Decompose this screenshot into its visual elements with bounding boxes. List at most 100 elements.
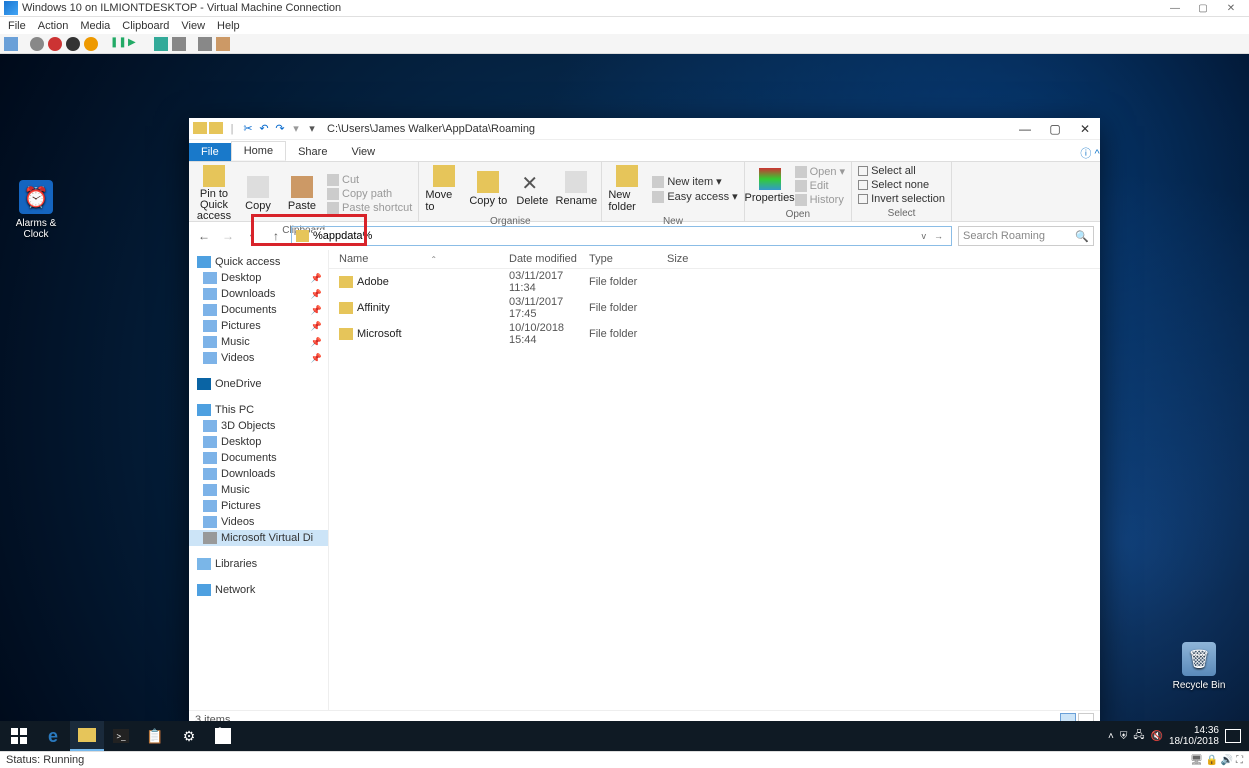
address-go-icon[interactable]: → bbox=[930, 231, 947, 241]
explorer-taskbar-button[interactable] bbox=[70, 721, 104, 751]
ribbon-collapse-icon[interactable]: ⓘ ^ bbox=[1080, 145, 1100, 161]
sidebar-item-desktop[interactable]: Desktop📌 bbox=[189, 270, 328, 286]
tray-up-icon[interactable]: ˄ bbox=[1108, 731, 1114, 742]
easy-access-button[interactable]: Easy access ▾ bbox=[652, 190, 737, 203]
sidebar-item-desktop-pc[interactable]: Desktop bbox=[189, 434, 328, 450]
host-maximize[interactable]: ▢ bbox=[1189, 3, 1217, 14]
reset-icon[interactable]: ▶ bbox=[128, 37, 142, 51]
sidebar-item-downloads-pc[interactable]: Downloads bbox=[189, 466, 328, 482]
tray-volume-icon[interactable]: 🔇 bbox=[1150, 731, 1162, 742]
menu-clipboard[interactable]: Clipboard bbox=[122, 20, 169, 32]
edit-button[interactable]: Edit bbox=[795, 180, 845, 192]
address-dropdown-icon[interactable]: v bbox=[918, 231, 931, 241]
settings-button[interactable]: ⚙ bbox=[172, 721, 206, 751]
taskbar-clock[interactable]: 14:36 18/10/2018 bbox=[1169, 725, 1219, 747]
menu-file[interactable]: File bbox=[8, 20, 26, 32]
history-button[interactable]: History bbox=[795, 194, 845, 206]
col-type[interactable]: Type bbox=[579, 253, 657, 265]
sidebar-quick-access[interactable]: Quick access bbox=[189, 254, 328, 270]
sidebar-item-vhd[interactable]: Microsoft Virtual Di bbox=[189, 530, 328, 546]
col-name[interactable]: Name⌃ bbox=[329, 253, 499, 265]
tray-security-icon[interactable]: ⛨ bbox=[1120, 731, 1128, 742]
tab-file[interactable]: File bbox=[189, 143, 231, 161]
enhanced-icon[interactable] bbox=[198, 37, 212, 51]
start-button[interactable] bbox=[2, 721, 36, 751]
sidebar-item-documents[interactable]: Documents📌 bbox=[189, 302, 328, 318]
open-button[interactable]: Open ▾ bbox=[795, 165, 845, 178]
save-icon[interactable] bbox=[84, 37, 98, 51]
rename-button[interactable]: Rename bbox=[557, 171, 595, 207]
sidebar-this-pc[interactable]: This PC bbox=[189, 402, 328, 418]
new-folder-button[interactable]: New folder bbox=[608, 165, 646, 213]
qat-redo-icon[interactable]: ↷ bbox=[273, 122, 287, 136]
nav-back-button[interactable]: ← bbox=[195, 229, 213, 243]
move-to-button[interactable]: Move to bbox=[425, 165, 463, 213]
menu-view[interactable]: View bbox=[181, 20, 205, 32]
sidebar-item-3dobjects[interactable]: 3D Objects bbox=[189, 418, 328, 434]
delete-button[interactable]: ✕Delete bbox=[513, 171, 551, 207]
column-headers[interactable]: Name⌃ Date modified Type Size bbox=[329, 250, 1100, 269]
table-row[interactable]: Affinity03/11/2017 17:45File folder bbox=[329, 295, 1100, 321]
ctrl-alt-del-icon[interactable] bbox=[4, 37, 18, 51]
tray-network-icon[interactable]: 🖧 bbox=[1133, 728, 1144, 745]
nav-forward-button[interactable]: → bbox=[219, 229, 237, 243]
address-bar[interactable]: v → bbox=[291, 226, 952, 246]
qat-customize[interactable]: ▾ bbox=[305, 122, 319, 136]
recycle-bin[interactable]: 🗑 Recycle Bin bbox=[1169, 642, 1229, 691]
search-box[interactable]: Search Roaming 🔍 bbox=[958, 226, 1094, 246]
sidebar-item-videos-pc[interactable]: Videos bbox=[189, 514, 328, 530]
file-list[interactable]: Name⌃ Date modified Type Size Adobe03/11… bbox=[329, 250, 1100, 710]
sidebar-item-pictures-pc[interactable]: Pictures bbox=[189, 498, 328, 514]
sidebar-item-videos[interactable]: Videos📌 bbox=[189, 350, 328, 366]
qat-undo-icon[interactable]: ↶ bbox=[257, 122, 271, 136]
edge-button[interactable]: e bbox=[36, 721, 70, 751]
checkpoint-icon[interactable] bbox=[154, 37, 168, 51]
host-minimize[interactable]: — bbox=[1161, 3, 1189, 14]
tab-share[interactable]: Share bbox=[286, 143, 339, 161]
invert-selection-button[interactable]: Invert selection bbox=[858, 193, 945, 205]
qat-cut-icon[interactable]: ✂ bbox=[241, 122, 255, 136]
menu-action[interactable]: Action bbox=[38, 20, 69, 32]
menu-help[interactable]: Help bbox=[217, 20, 240, 32]
guest-desktop[interactable]: ⏰ Alarms & Clock 🗑 Recycle Bin | ✂ ↶ ↷ ▾… bbox=[0, 54, 1249, 751]
copy-to-button[interactable]: Copy to bbox=[469, 171, 507, 207]
table-row[interactable]: Microsoft10/10/2018 15:44File folder bbox=[329, 321, 1100, 347]
copy-path-button[interactable]: Copy path bbox=[327, 188, 412, 200]
menu-media[interactable]: Media bbox=[80, 20, 110, 32]
tab-home[interactable]: Home bbox=[231, 141, 286, 161]
sidebar-network[interactable]: Network bbox=[189, 582, 328, 598]
properties-button[interactable]: Properties bbox=[751, 168, 789, 204]
taskbar[interactable]: e >_ 📋 ⚙ 🛍 ˄ ⛨ 🖧 🔇 14:36 18/10/2018 bbox=[0, 721, 1249, 751]
revert-icon[interactable] bbox=[172, 37, 186, 51]
address-input[interactable] bbox=[313, 230, 918, 242]
paste-shortcut-button[interactable]: Paste shortcut bbox=[327, 202, 412, 214]
store-button[interactable]: 🛍 bbox=[206, 721, 240, 751]
sidebar-item-documents-pc[interactable]: Documents bbox=[189, 450, 328, 466]
paste-button[interactable]: Paste bbox=[283, 176, 321, 212]
select-none-button[interactable]: Select none bbox=[858, 179, 945, 191]
nav-up-button[interactable]: ↑ bbox=[267, 229, 285, 243]
system-tray[interactable]: ˄ ⛨ 🖧 🔇 14:36 18/10/2018 bbox=[1108, 725, 1247, 747]
pin-quick-access-button[interactable]: Pin to Quick access bbox=[195, 165, 233, 222]
explorer-titlebar[interactable]: | ✂ ↶ ↷ ▾ ▾ C:\Users\James Walker\AppDat… bbox=[189, 118, 1100, 140]
alarms-icon[interactable]: ⏰ Alarms & Clock bbox=[6, 180, 66, 240]
sidebar-item-music[interactable]: Music📌 bbox=[189, 334, 328, 350]
host-close[interactable]: ✕ bbox=[1217, 3, 1245, 14]
explorer-minimize[interactable]: — bbox=[1010, 122, 1040, 136]
turnoff-icon[interactable] bbox=[48, 37, 62, 51]
col-date[interactable]: Date modified bbox=[499, 253, 579, 265]
qat-delete-icon[interactable]: ▾ bbox=[289, 122, 303, 136]
qat-folder-icon[interactable] bbox=[209, 122, 223, 134]
action-center-icon[interactable] bbox=[1225, 729, 1241, 743]
share-icon[interactable] bbox=[216, 37, 230, 51]
sidebar-onedrive[interactable]: OneDrive bbox=[189, 376, 328, 392]
explorer-maximize[interactable]: ▢ bbox=[1040, 122, 1070, 136]
sidebar-item-music-pc[interactable]: Music bbox=[189, 482, 328, 498]
cmd-button[interactable]: >_ bbox=[104, 721, 138, 751]
sidebar-item-pictures[interactable]: Pictures📌 bbox=[189, 318, 328, 334]
select-all-button[interactable]: Select all bbox=[858, 165, 945, 177]
explorer-close[interactable]: ✕ bbox=[1070, 122, 1100, 136]
nav-sidebar[interactable]: Quick access Desktop📌 Downloads📌 Documen… bbox=[189, 250, 329, 710]
col-size[interactable]: Size bbox=[657, 253, 707, 265]
copy-button[interactable]: Copy bbox=[239, 176, 277, 212]
